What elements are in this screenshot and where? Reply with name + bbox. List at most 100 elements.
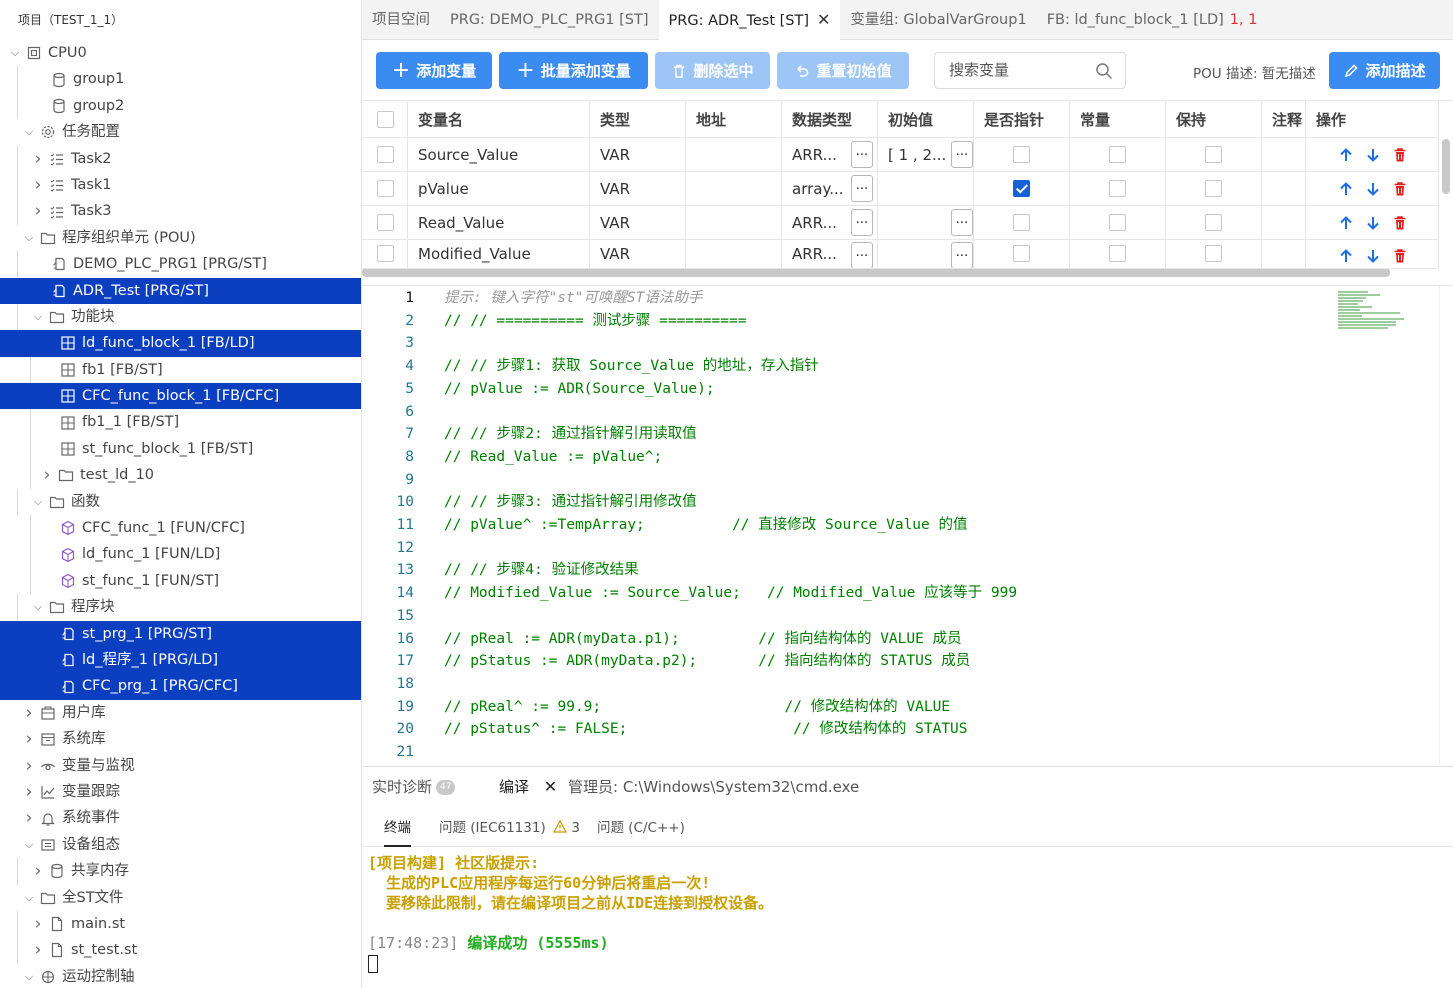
code-line[interactable]: 10 // // 步骤3: 通过指针解引用修改值 (362, 491, 1322, 513)
tree-item[interactable]: CFC_func_1 [FUN/CFC] (0, 515, 361, 542)
code-line[interactable]: 7 // // 步骤2: 通过指针解引用读取值 (362, 423, 1322, 445)
code-line[interactable]: 17 // pStatus := ADR(myData.p2); // 指向结构体… (362, 650, 1322, 672)
tree-item[interactable]: ⌵ 函数 (0, 488, 361, 516)
chevron-right-icon[interactable]: › (31, 198, 45, 224)
tree-item[interactable]: ⌵ 程序组织单元 (POU) (0, 225, 361, 251)
address-cell[interactable] (686, 239, 782, 268)
table-row[interactable]: Source_Value VAR ARR......[ 1 , 2...... (362, 138, 1439, 172)
variable-kind-cell[interactable]: VAR (590, 206, 686, 239)
address-cell[interactable] (686, 172, 782, 205)
address-cell[interactable] (686, 206, 782, 239)
move-up-icon[interactable] (1338, 215, 1354, 231)
data-type-cell[interactable]: ARR...... (782, 138, 878, 171)
terminal-output[interactable]: [项目构建] 社区版提示: 生成的PLC应用程序每运行60分钟后将重启一次! 要… (368, 853, 773, 973)
comment-cell[interactable] (1262, 206, 1306, 239)
ellipsis-button[interactable]: ... (851, 242, 873, 268)
code-line[interactable]: 8 // Read_Value := pValue^; (362, 446, 1322, 468)
row-checkbox[interactable] (377, 214, 394, 231)
chevron-down-icon[interactable]: ⌵ (31, 489, 45, 515)
code-line[interactable]: 3 (362, 332, 1322, 354)
tree-item[interactable]: › Task1 (0, 171, 361, 199)
table-row[interactable]: Read_Value VAR ARR......... (362, 206, 1439, 240)
ellipsis-button[interactable]: ... (951, 209, 973, 236)
pointer-checkbox[interactable] (1013, 146, 1030, 163)
variable-kind-cell[interactable]: VAR (590, 172, 686, 205)
tree-item[interactable]: › 变量与监视 (0, 753, 361, 779)
chevron-down-icon[interactable]: ⌵ (8, 40, 22, 66)
code-line[interactable]: 9 (362, 469, 1322, 491)
tree-item[interactable]: › Task3 (0, 198, 361, 225)
constant-checkbox[interactable] (1109, 180, 1126, 197)
constant-checkbox[interactable] (1109, 245, 1126, 262)
initial-value-cell[interactable] (878, 172, 974, 205)
ellipsis-button[interactable]: ... (851, 175, 873, 202)
tree-item[interactable]: ⌵ 功能块 (0, 303, 361, 331)
move-down-icon[interactable] (1365, 181, 1381, 197)
delete-row-icon[interactable] (1392, 147, 1408, 163)
code-line[interactable]: 15 (362, 605, 1322, 627)
variable-name-cell[interactable]: Source_Value (408, 138, 590, 171)
chevron-right-icon[interactable]: › (22, 700, 36, 726)
tree-item[interactable]: st_prg_1 [PRG/ST] (0, 620, 361, 647)
tree-item[interactable]: DEMO_PLC_PRG1 [PRG/ST] (0, 251, 361, 278)
ellipsis-button[interactable]: ... (951, 242, 973, 268)
code-line[interactable]: 21 (362, 741, 1322, 763)
move-down-icon[interactable] (1365, 248, 1381, 264)
editor-minimap[interactable] (1338, 290, 1408, 330)
chevron-down-icon[interactable]: ⌵ (22, 225, 36, 251)
code-line[interactable]: 14 // Modified_Value := Source_Value; // … (362, 582, 1322, 604)
tree-item[interactable]: › main.st (0, 910, 361, 938)
tree-item[interactable]: ⌵ 设备组态 (0, 832, 361, 858)
code-line[interactable]: 19 // pReal^ := 99.9; // 修改结构体的 VALUE (362, 696, 1322, 718)
variable-name-cell[interactable]: Read_Value (408, 206, 590, 239)
initial-value-cell[interactable]: [ 1 , 2...... (878, 138, 974, 171)
tree-item[interactable]: fb1_1 [FB/ST] (0, 409, 361, 436)
chevron-right-icon[interactable]: › (22, 805, 36, 831)
chevron-right-icon[interactable]: › (31, 858, 45, 884)
constant-checkbox[interactable] (1109, 146, 1126, 163)
move-down-icon[interactable] (1365, 147, 1381, 163)
tree-item[interactable]: CFC_prg_1 [PRG/CFC] (0, 673, 361, 700)
tree-item[interactable]: › Task2 (0, 145, 361, 172)
delete-row-icon[interactable] (1392, 248, 1408, 264)
chevron-down-icon[interactable]: ⌵ (22, 119, 36, 145)
chevron-down-icon[interactable]: ⌵ (22, 832, 36, 858)
chevron-right-icon[interactable]: › (40, 462, 54, 488)
code-line[interactable]: 16 // pReal := ADR(myData.p1); // 指向结构体的 … (362, 628, 1322, 650)
ellipsis-button[interactable]: ... (951, 141, 973, 168)
editor-tab[interactable]: 变量组: GlobalVarGroup1 (840, 0, 1036, 40)
code-line[interactable]: 11 // pValue^ :=TempArray; // 直接修改 Source… (362, 514, 1322, 536)
editor-tab[interactable]: 项目空间 (362, 0, 440, 40)
chevron-right-icon[interactable]: › (22, 726, 36, 752)
move-up-icon[interactable] (1338, 147, 1354, 163)
chevron-right-icon[interactable]: › (22, 753, 36, 779)
code-editor[interactable]: 1 提示: 键入字符"st"可唤醒ST语法助手 2 // // ========== … (362, 285, 1453, 765)
ellipsis-button[interactable]: ... (851, 209, 873, 236)
code-line[interactable]: 13 // // 步骤4: 验证修改结果 (362, 559, 1322, 581)
table-row[interactable]: Modified_Value VAR ARR......... (362, 239, 1439, 269)
variable-kind-cell[interactable]: VAR (590, 239, 686, 268)
row-checkbox[interactable] (377, 180, 394, 197)
editor-tab[interactable]: FB: ld_func_block_1 [LD] 1, 1 (1037, 0, 1268, 40)
delete-row-icon[interactable] (1392, 181, 1408, 197)
batch-add-variable-button[interactable]: + 批量添加变量 (499, 52, 648, 89)
comment-cell[interactable] (1262, 239, 1306, 268)
row-checkbox[interactable] (377, 146, 394, 163)
tree-item[interactable]: › 用户库 (0, 700, 361, 726)
address-cell[interactable] (686, 138, 782, 171)
subtab-terminal[interactable]: 终端 (384, 809, 411, 847)
data-type-cell[interactable]: array...... (782, 172, 878, 205)
comment-cell[interactable] (1262, 138, 1306, 171)
chevron-down-icon[interactable]: ⌵ (22, 885, 36, 911)
chevron-down-icon[interactable]: ⌵ (31, 304, 45, 330)
delete-row-icon[interactable] (1392, 215, 1408, 231)
move-up-icon[interactable] (1338, 248, 1354, 264)
code-line[interactable]: 6 (362, 401, 1322, 423)
tree-item[interactable]: st_func_1 [FUN/ST] (0, 567, 361, 595)
comment-cell[interactable] (1262, 172, 1306, 205)
delete-selected-button[interactable]: 删除选中 (655, 52, 770, 89)
select-all-checkbox[interactable] (377, 110, 394, 128)
variable-kind-cell[interactable]: VAR (590, 138, 686, 171)
chevron-down-icon[interactable]: ⌵ (22, 964, 36, 988)
initial-value-cell[interactable]: ... (878, 206, 974, 239)
